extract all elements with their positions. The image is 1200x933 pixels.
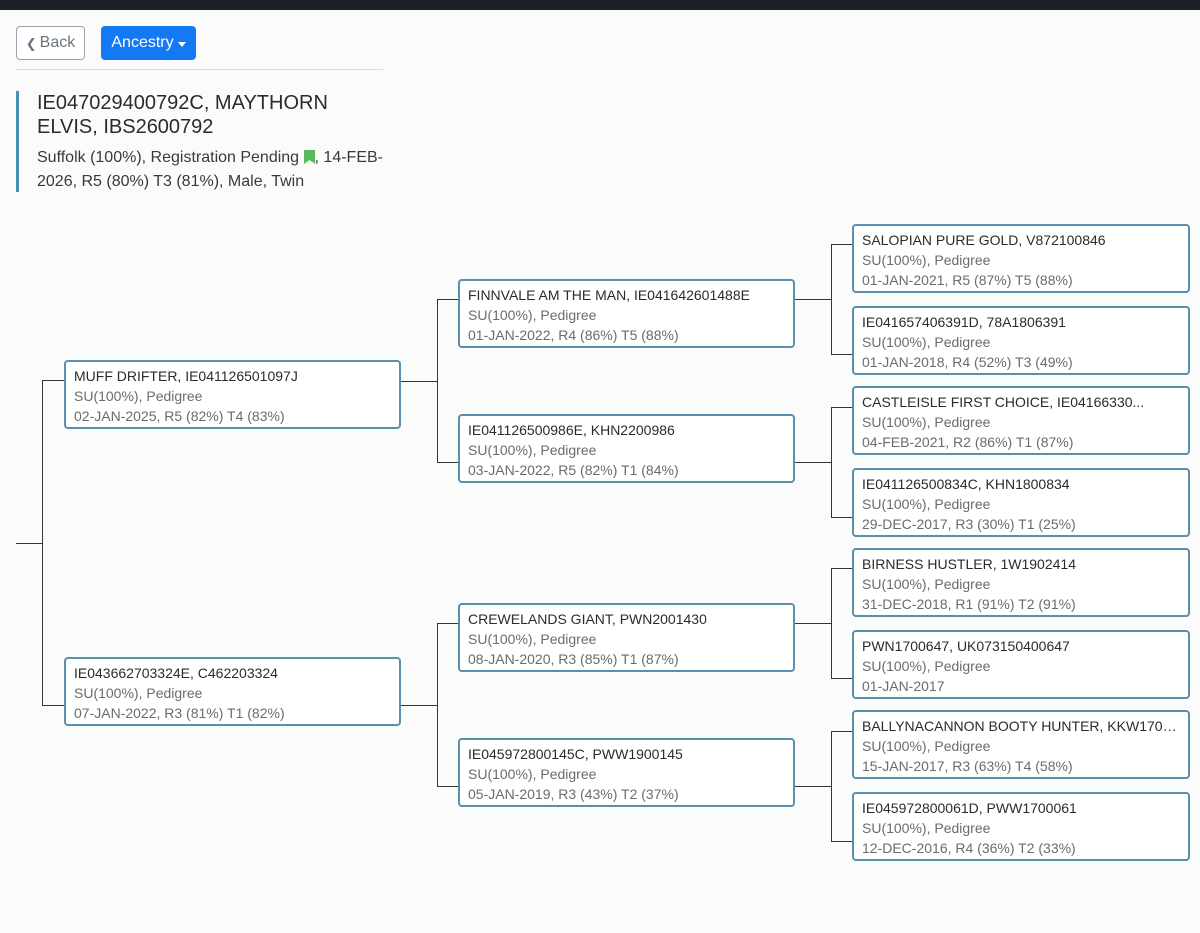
connector-line xyxy=(831,678,852,679)
connector-line xyxy=(437,462,458,463)
connector-line xyxy=(437,299,438,462)
connector-line xyxy=(831,568,852,569)
bookmark-flag-icon xyxy=(303,150,315,164)
pedigree-node-sire-dam[interactable]: IE041126500986E, KHN2200986 SU(100%), Pe… xyxy=(458,414,795,483)
node-detail: 07-JAN-2022, R3 (81%) T1 (82%) xyxy=(74,705,285,721)
caret-down-icon xyxy=(177,41,186,47)
pedigree-node-sire-sire[interactable]: FINNVALE AM THE MAN, IE041642601488E SU(… xyxy=(458,279,795,348)
node-breed: SU(100%), Pedigree xyxy=(468,766,597,782)
pedigree-node-dd-dam[interactable]: IE045972800061D, PWW1700061 SU(100%), Pe… xyxy=(852,792,1190,861)
node-breed: SU(100%), Pedigree xyxy=(862,334,991,350)
animal-header: IE047029400792C, MAYTHORN ELVIS, IBS2600… xyxy=(16,91,389,192)
node-detail: 12-DEC-2016, R4 (36%) T2 (33%) xyxy=(862,840,1076,856)
connector-line xyxy=(437,623,458,624)
node-breed: SU(100%), Pedigree xyxy=(862,496,991,512)
top-nav-bar xyxy=(0,0,1200,10)
connector-line xyxy=(795,786,831,787)
connector-line xyxy=(831,407,832,517)
pedigree-node-ds-sire[interactable]: BIRNESS HUSTLER, 1W1902414 SU(100%), Ped… xyxy=(852,548,1190,617)
connector-line xyxy=(831,244,832,354)
node-breed: SU(100%), Pedigree xyxy=(468,631,597,647)
node-detail: 05-JAN-2019, R3 (43%) T2 (37%) xyxy=(468,786,679,802)
node-breed: SU(100%), Pedigree xyxy=(862,738,991,754)
node-detail: 01-JAN-2018, R4 (52%) T3 (49%) xyxy=(862,354,1073,370)
connector-line xyxy=(42,380,64,381)
node-detail: 01-JAN-2017 xyxy=(862,678,945,694)
node-name: IE045972800061D, PWW1700061 xyxy=(862,800,1077,816)
pedigree-node-dam-sire[interactable]: CREWELANDS GIANT, PWN2001430 SU(100%), P… xyxy=(458,603,795,672)
node-name: BALLYNACANNON BOOTY HUNTER, KKW1700857 xyxy=(862,718,1180,734)
connector-line xyxy=(831,731,852,732)
node-breed: SU(100%), Pedigree xyxy=(862,820,991,836)
back-button[interactable]: ❮ Back xyxy=(16,26,85,60)
node-name: IE041126500834C, KHN1800834 xyxy=(862,476,1070,492)
node-detail: 15-JAN-2017, R3 (63%) T4 (58%) xyxy=(862,758,1073,774)
back-button-label: Back xyxy=(39,34,76,51)
node-breed: SU(100%), Pedigree xyxy=(74,388,203,404)
animal-breed: Suffolk (100%), Registration Pending xyxy=(37,149,300,166)
connector-line xyxy=(42,380,43,705)
node-detail: 04-FEB-2021, R2 (86%) T1 (87%) xyxy=(862,434,1074,450)
pedigree-node-dam-dam[interactable]: IE045972800145C, PWW1900145 SU(100%), Pe… xyxy=(458,738,795,807)
node-detail: 02-JAN-2025, R5 (82%) T4 (83%) xyxy=(74,408,285,424)
node-breed: SU(100%), Pedigree xyxy=(74,685,203,701)
node-name: IE043662703324E, C462203324 xyxy=(74,665,278,681)
node-name: PWN1700647, UK073150400647 xyxy=(862,638,1070,654)
pedigree-node-sd-dam[interactable]: IE041126500834C, KHN1800834 SU(100%), Pe… xyxy=(852,468,1190,537)
pedigree-node-dam[interactable]: IE043662703324E, C462203324 SU(100%), Pe… xyxy=(64,657,401,726)
connector-line xyxy=(831,568,832,678)
node-detail: 03-JAN-2022, R5 (82%) T1 (84%) xyxy=(468,462,679,478)
node-detail: 29-DEC-2017, R3 (30%) T1 (25%) xyxy=(862,516,1076,532)
connector-line xyxy=(401,381,437,382)
connector-line xyxy=(831,354,852,355)
node-breed: SU(100%), Pedigree xyxy=(862,252,991,268)
node-breed: SU(100%), Pedigree xyxy=(862,658,991,674)
pedigree-node-dd-sire[interactable]: BALLYNACANNON BOOTY HUNTER, KKW1700857 S… xyxy=(852,710,1190,779)
node-detail: 01-JAN-2021, R5 (87%) T5 (88%) xyxy=(862,272,1073,288)
ancestry-button-label: Ancestry xyxy=(111,34,174,51)
node-name: IE041657406391D, 78A1806391 xyxy=(862,314,1066,330)
connector-line xyxy=(42,705,64,706)
pedigree-node-ss-sire[interactable]: SALOPIAN PURE GOLD, V872100846 SU(100%),… xyxy=(852,224,1190,293)
node-breed: SU(100%), Pedigree xyxy=(862,414,991,430)
connector-line xyxy=(831,841,852,842)
node-name: CREWELANDS GIANT, PWN2001430 xyxy=(468,611,707,627)
chevron-left-icon: ❮ xyxy=(25,35,37,51)
node-detail: 08-JAN-2020, R3 (85%) T1 (87%) xyxy=(468,651,679,667)
node-name: IE045972800145C, PWW1900145 xyxy=(468,746,683,762)
toolbar: ❮ Back Ancestry xyxy=(16,26,383,70)
connector-line xyxy=(437,786,458,787)
node-name: CASTLEISLE FIRST CHOICE, IE04166330... xyxy=(862,394,1145,410)
node-name: FINNVALE AM THE MAN, IE041642601488E xyxy=(468,287,750,303)
node-breed: SU(100%), Pedigree xyxy=(468,307,597,323)
connector-line xyxy=(437,299,458,300)
animal-title: IE047029400792C, MAYTHORN ELVIS, IBS2600… xyxy=(37,92,328,138)
node-name: MUFF DRIFTER, IE041126501097J xyxy=(74,368,298,384)
node-breed: SU(100%), Pedigree xyxy=(468,442,597,458)
pedigree-node-sd-sire[interactable]: CASTLEISLE FIRST CHOICE, IE04166330... S… xyxy=(852,386,1190,455)
pedigree-node-ss-dam[interactable]: IE041657406391D, 78A1806391 SU(100%), Pe… xyxy=(852,306,1190,375)
ancestry-dropdown-button[interactable]: Ancestry xyxy=(101,26,196,60)
connector-line xyxy=(795,623,831,624)
node-breed: SU(100%), Pedigree xyxy=(862,576,991,592)
connector-line xyxy=(795,462,831,463)
node-name: BIRNESS HUSTLER, 1W1902414 xyxy=(862,556,1076,572)
connector-line xyxy=(831,407,852,408)
node-detail: 01-JAN-2022, R4 (86%) T5 (88%) xyxy=(468,327,679,343)
connector-line xyxy=(831,517,852,518)
connector-line xyxy=(831,244,852,245)
connector-line xyxy=(795,299,831,300)
connector-line xyxy=(401,705,437,706)
pedigree-node-sire[interactable]: MUFF DRIFTER, IE041126501097J SU(100%), … xyxy=(64,360,401,429)
node-detail: 31-DEC-2018, R1 (91%) T2 (91%) xyxy=(862,596,1076,612)
connector-line xyxy=(437,623,438,786)
animal-summary: Suffolk (100%), Registration Pending , 1… xyxy=(37,146,387,194)
node-name: SALOPIAN PURE GOLD, V872100846 xyxy=(862,232,1106,248)
connector-line xyxy=(16,543,42,544)
node-name: IE041126500986E, KHN2200986 xyxy=(468,422,675,438)
connector-line xyxy=(831,731,832,841)
pedigree-node-ds-dam[interactable]: PWN1700647, UK073150400647 SU(100%), Ped… xyxy=(852,630,1190,699)
